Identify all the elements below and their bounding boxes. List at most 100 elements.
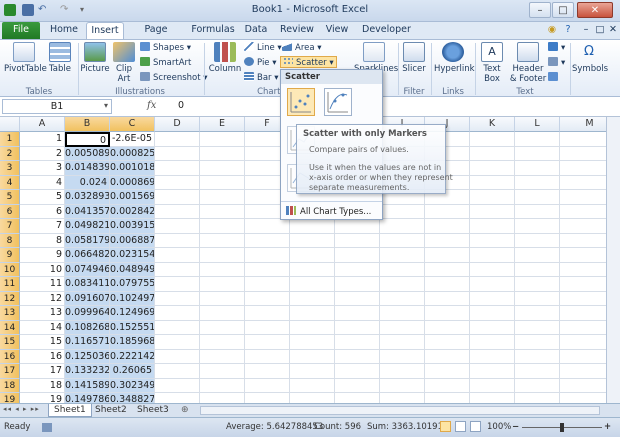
- grid-cell[interactable]: [470, 277, 515, 292]
- grid-cell[interactable]: [380, 364, 425, 379]
- grid-cell[interactable]: [245, 291, 290, 306]
- grid-cell[interactable]: [470, 219, 515, 234]
- column-header[interactable]: E: [200, 117, 245, 132]
- grid-cell[interactable]: [380, 248, 425, 263]
- grid-cell[interactable]: 0.000869: [110, 175, 155, 190]
- sheet-tab-sheet1[interactable]: Sheet1: [48, 404, 92, 417]
- grid-cell[interactable]: 12: [20, 291, 65, 306]
- grid-cell[interactable]: [245, 349, 290, 364]
- help-lightbulb-icon[interactable]: ◉: [546, 22, 558, 39]
- grid-cell[interactable]: [290, 306, 335, 321]
- grid-cell[interactable]: 0.002842: [110, 204, 155, 219]
- column-header[interactable]: A: [20, 117, 65, 132]
- grid-cell[interactable]: [470, 335, 515, 350]
- grid-cell[interactable]: [380, 204, 425, 219]
- grid-cell[interactable]: [425, 393, 470, 403]
- header-footer-button[interactable]: Header & Footer: [508, 42, 548, 84]
- grid-cell[interactable]: 7: [20, 219, 65, 234]
- grid-cell[interactable]: 0.185968: [110, 335, 155, 350]
- insert-sheet-icon[interactable]: ⊕: [176, 404, 194, 417]
- grid-cell[interactable]: 0.005089: [65, 146, 110, 161]
- grid-cell[interactable]: 0.108268: [65, 320, 110, 335]
- grid-cell[interactable]: [515, 378, 560, 393]
- grid-cell[interactable]: [470, 393, 515, 403]
- grid-cell[interactable]: [470, 306, 515, 321]
- screenshot-button[interactable]: Screenshot ▾: [140, 72, 208, 84]
- smartart-button[interactable]: SmartArt: [140, 57, 191, 69]
- vertical-scrollbar[interactable]: [606, 117, 620, 403]
- tab-review[interactable]: Review: [278, 22, 316, 39]
- close-button[interactable]: ✕: [577, 2, 613, 18]
- grid-cell[interactable]: [245, 364, 290, 379]
- grid-cell[interactable]: [200, 291, 245, 306]
- grid-cell[interactable]: 0.066482: [65, 248, 110, 263]
- grid-cell[interactable]: [470, 248, 515, 263]
- grid-cell[interactable]: 0.079755: [110, 277, 155, 292]
- grid-cell[interactable]: 0.26065: [110, 364, 155, 379]
- grid-cell[interactable]: [470, 378, 515, 393]
- grid-cell[interactable]: [425, 364, 470, 379]
- select-all-corner[interactable]: [0, 117, 20, 132]
- maximize-button[interactable]: □: [552, 2, 574, 18]
- grid-cell[interactable]: [380, 378, 425, 393]
- grid-cell[interactable]: [155, 378, 200, 393]
- tab-file[interactable]: File: [2, 22, 40, 39]
- grid-cell[interactable]: 0.001569: [110, 190, 155, 205]
- grid-cell[interactable]: 0.049821: [65, 219, 110, 234]
- grid-cell[interactable]: 0.000825: [110, 146, 155, 161]
- grid-cell[interactable]: [335, 277, 380, 292]
- sheet-tab-sheet3[interactable]: Sheet3: [132, 404, 174, 417]
- grid-cell[interactable]: [200, 349, 245, 364]
- grid-cell[interactable]: [245, 378, 290, 393]
- grid-cell[interactable]: 0.024: [65, 175, 110, 190]
- grid-cell[interactable]: 0.302349: [110, 378, 155, 393]
- grid-cell[interactable]: [425, 219, 470, 234]
- grid-cell[interactable]: [515, 175, 560, 190]
- clipart-button[interactable]: Clip Art: [112, 42, 136, 84]
- grid-cell[interactable]: 0.125036: [65, 349, 110, 364]
- grid-cell[interactable]: 0.091607: [65, 291, 110, 306]
- pivottable-button[interactable]: PivotTable: [4, 42, 47, 74]
- zoom-level[interactable]: 100%: [487, 422, 511, 432]
- grid-cell[interactable]: [380, 320, 425, 335]
- grid-cell[interactable]: [155, 161, 200, 176]
- grid-cell[interactable]: [425, 248, 470, 263]
- macro-record-icon[interactable]: [42, 423, 52, 432]
- grid-cell[interactable]: [335, 291, 380, 306]
- grid-cell[interactable]: [335, 349, 380, 364]
- row-header[interactable]: 3: [0, 161, 20, 176]
- grid-cell[interactable]: [470, 233, 515, 248]
- grid-cell[interactable]: [470, 349, 515, 364]
- sheet-nav-arrows-icon[interactable]: ◂◂ ◂ ▸ ▸▸: [3, 405, 40, 413]
- grid-cell[interactable]: 17: [20, 364, 65, 379]
- tab-page-layout[interactable]: Page Layout: [128, 22, 184, 51]
- scatter-markers-only-icon[interactable]: [287, 88, 315, 116]
- bar-chart-button[interactable]: Bar ▾: [244, 72, 279, 84]
- row-header[interactable]: 13: [0, 306, 20, 321]
- row-header[interactable]: 12: [0, 291, 20, 306]
- grid-cell[interactable]: [155, 248, 200, 263]
- grid-cell[interactable]: 0.014839: [65, 161, 110, 176]
- grid-cell[interactable]: 3: [20, 161, 65, 176]
- grid-cell[interactable]: [200, 219, 245, 234]
- grid-cell[interactable]: [380, 393, 425, 403]
- row-header[interactable]: 2: [0, 146, 20, 161]
- grid-cell[interactable]: 2: [20, 146, 65, 161]
- grid-cell[interactable]: 0.074946: [65, 262, 110, 277]
- grid-cell[interactable]: [425, 349, 470, 364]
- grid-cell[interactable]: 0.041357: [65, 204, 110, 219]
- grid-cell[interactable]: [515, 132, 560, 147]
- grid-cell[interactable]: [425, 378, 470, 393]
- grid-cell[interactable]: 0.133232: [65, 364, 110, 379]
- grid-cell[interactable]: [425, 262, 470, 277]
- grid-cell[interactable]: [335, 364, 380, 379]
- column-header[interactable]: D: [155, 117, 200, 132]
- symbols-button[interactable]: Ω Symbols: [572, 42, 608, 74]
- grid-cell[interactable]: [200, 277, 245, 292]
- grid-cell[interactable]: [470, 161, 515, 176]
- grid-cell[interactable]: [290, 248, 335, 263]
- grid-cell[interactable]: [200, 233, 245, 248]
- grid-cell[interactable]: [200, 320, 245, 335]
- grid-cell[interactable]: [470, 204, 515, 219]
- grid-cell[interactable]: [335, 233, 380, 248]
